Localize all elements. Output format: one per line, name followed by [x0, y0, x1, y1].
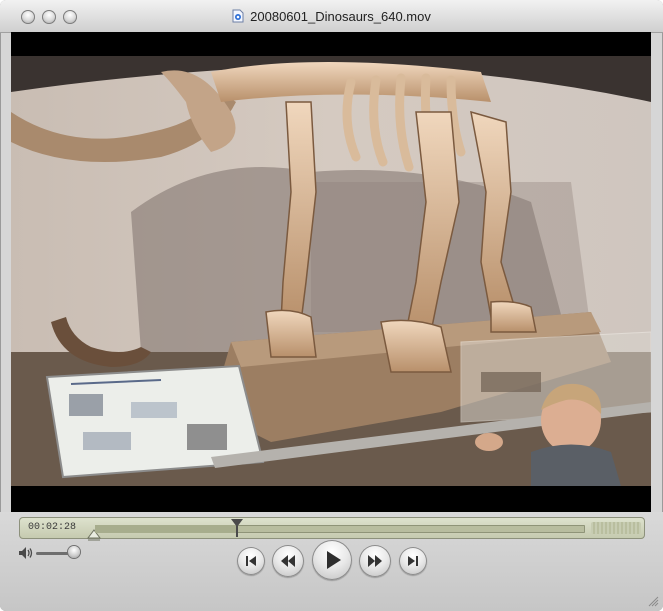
go-to-end-button[interactable] [399, 547, 427, 575]
speaker-icon[interactable] [18, 546, 34, 560]
current-time-display: 00:02:28 [28, 522, 77, 533]
rewind-button[interactable] [272, 545, 304, 577]
rewind-icon [281, 555, 295, 567]
skip-forward-icon [408, 556, 418, 566]
volume-slider-knob[interactable] [67, 546, 80, 558]
play-icon [327, 551, 341, 569]
playback-controls: 00:02:28 [0, 512, 663, 611]
skip-back-icon [246, 556, 256, 566]
title-bar[interactable]: 20080601_Dinosaurs_640.mov [0, 0, 663, 33]
timeline-progress [95, 525, 238, 533]
fast-forward-icon [368, 555, 382, 567]
fast-forward-button[interactable] [359, 545, 391, 577]
timeline-track[interactable] [95, 525, 585, 533]
resize-grip-icon[interactable] [647, 595, 659, 607]
quicktime-document-icon [232, 9, 244, 23]
quicktime-player-window: 20080601_Dinosaurs_640.mov 00:02:28 [0, 0, 663, 611]
timeline-bar[interactable]: 00:02:28 [19, 517, 645, 541]
play-button[interactable] [312, 540, 352, 580]
video-still-image [11, 32, 651, 512]
window-title: 20080601_Dinosaurs_640.mov [250, 9, 431, 24]
playhead-stem [236, 526, 239, 537]
timeline-end-grip [591, 522, 641, 534]
window-title-group: 20080601_Dinosaurs_640.mov [0, 9, 663, 24]
video-frame[interactable] [11, 32, 651, 512]
go-to-start-button[interactable] [237, 547, 265, 575]
